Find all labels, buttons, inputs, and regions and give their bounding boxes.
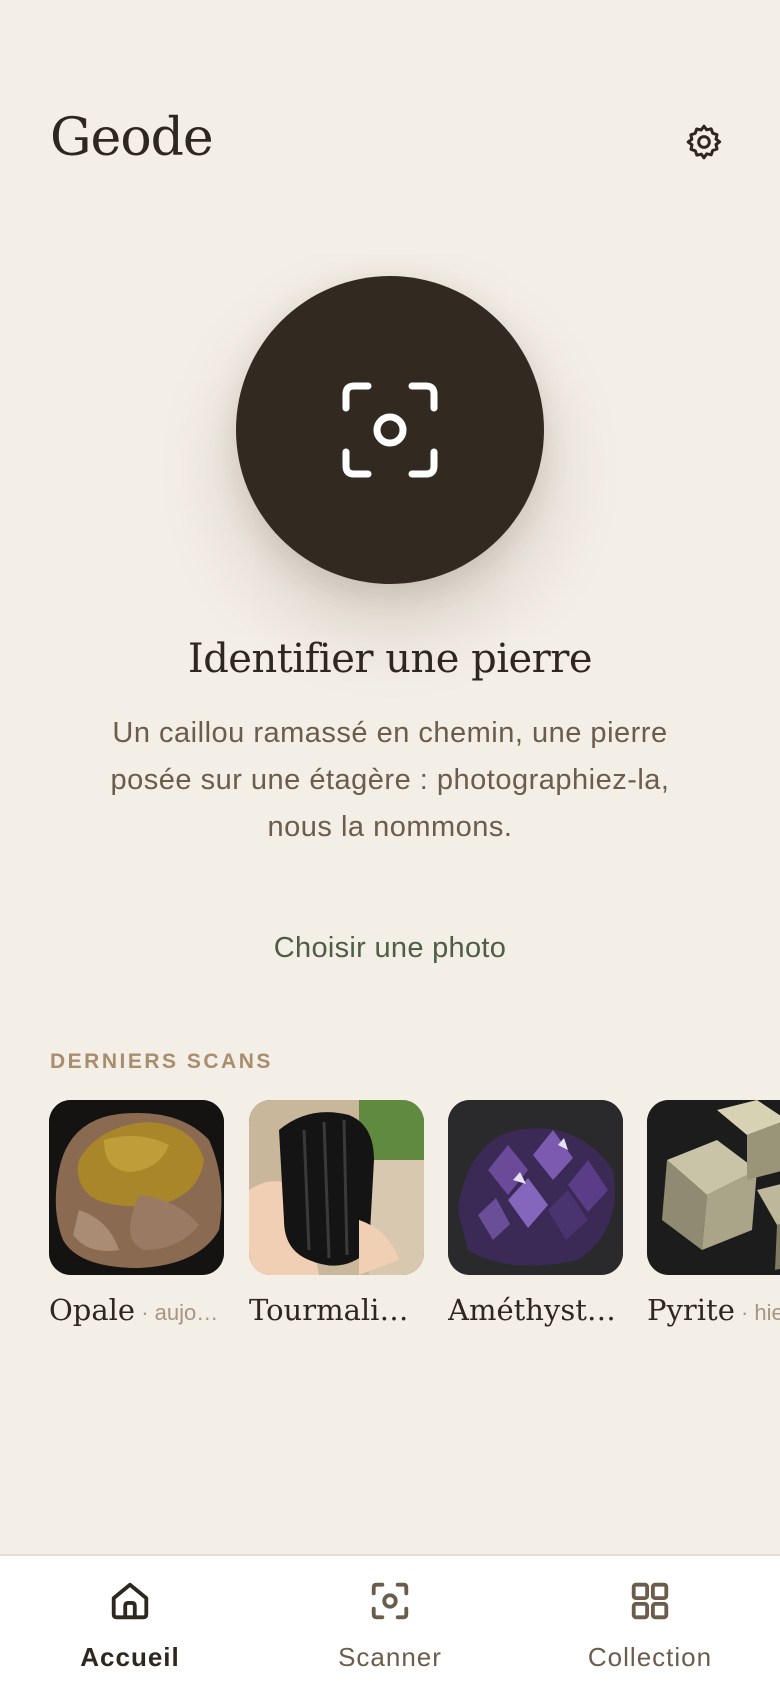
scan-camera-icon — [342, 382, 438, 478]
scan-button[interactable] — [236, 276, 544, 584]
scan-separator: · — [734, 1300, 755, 1325]
home-icon — [111, 1582, 149, 1620]
scan-date: hie — [754, 1300, 780, 1325]
recent-scans-list[interactable]: Opale · aujo… Tourmalin… Améthyste… Pyri… — [49, 1100, 780, 1340]
choose-photo-button[interactable]: Choisir une photo — [0, 932, 780, 965]
scan-name: Tourmalin… — [249, 1293, 424, 1327]
scan-separator: · — [135, 1300, 155, 1325]
recent-scans-label: DERNIERS SCANS — [50, 1050, 273, 1073]
nav-item-collection[interactable]: Collection — [520, 1556, 780, 1690]
scan-date: aujo… — [154, 1300, 219, 1325]
scan-card-opale[interactable]: Opale · aujo… — [49, 1100, 224, 1327]
opal-thumbnail — [49, 1100, 224, 1275]
nav-label: Collection — [587, 1642, 713, 1672]
app-title: Geode — [50, 108, 214, 168]
nav-item-accueil[interactable]: Accueil — [0, 1556, 260, 1690]
scan-name: Améthyste… — [448, 1293, 623, 1327]
scan-name: Opale — [49, 1293, 136, 1327]
scan-card-caption: Améthyste… — [448, 1293, 623, 1327]
scan-card-caption: Opale · aujo… — [49, 1293, 224, 1327]
nav-label: Scanner — [338, 1642, 442, 1672]
hero-title: Identifier une pierre — [187, 636, 593, 682]
scan-name: Pyrite — [647, 1293, 735, 1327]
pyrite-thumbnail — [647, 1100, 780, 1275]
scan-icon — [371, 1582, 409, 1620]
tourmaline-thumbnail — [249, 1100, 424, 1275]
bottom-navigation: Accueil Scanner Collection — [0, 1554, 780, 1690]
gear-icon — [686, 124, 722, 160]
grid-icon — [631, 1582, 669, 1620]
amethyst-thumbnail — [448, 1100, 623, 1275]
scan-card-pyrite[interactable]: Pyrite · hie — [647, 1100, 780, 1327]
nav-label: Accueil — [80, 1642, 180, 1672]
nav-item-scanner[interactable]: Scanner — [260, 1556, 520, 1690]
scan-card-caption: Tourmalin… — [249, 1293, 424, 1327]
settings-button[interactable] — [676, 114, 732, 170]
scan-card-caption: Pyrite · hie — [647, 1293, 780, 1327]
scan-card-amethyste[interactable]: Améthyste… — [448, 1100, 623, 1327]
scan-card-tourmaline[interactable]: Tourmalin… — [249, 1100, 424, 1327]
hero-description: Un caillou ramassé en chemin, une pierre… — [110, 717, 670, 843]
